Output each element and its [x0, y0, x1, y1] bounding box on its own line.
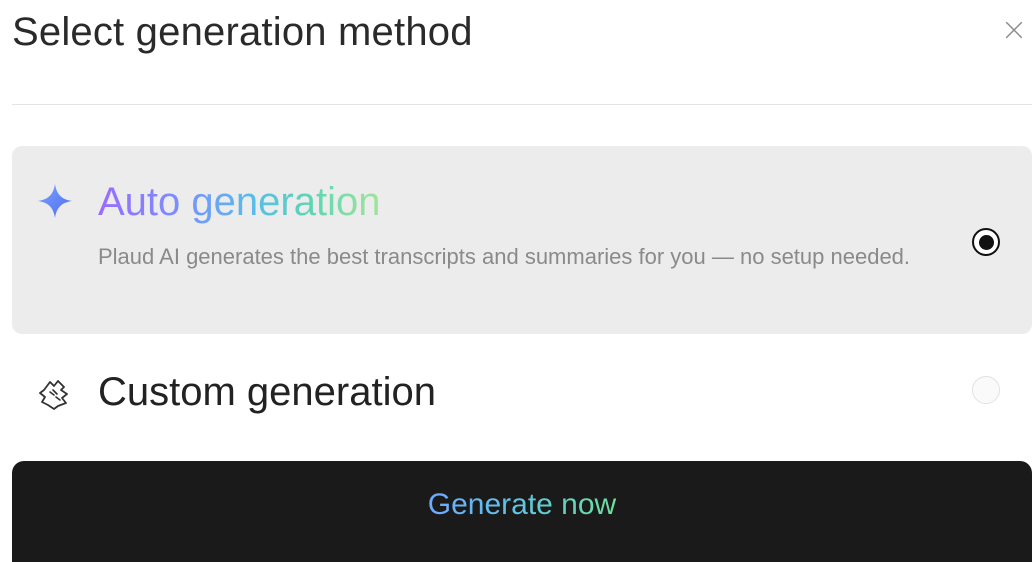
option-auto-title: Auto generation — [98, 180, 381, 224]
hand-gesture-icon — [39, 380, 68, 410]
close-button[interactable] — [998, 14, 1030, 46]
radio-selected-dot — [978, 234, 994, 250]
option-auto-generation[interactable]: Auto generation Plaud AI generates the b… — [12, 146, 1032, 334]
generate-now-button[interactable]: Generate now — [12, 461, 1032, 562]
custom-generation-radio[interactable] — [972, 376, 1000, 404]
header-divider — [12, 104, 1032, 105]
sparkle-icon — [37, 183, 73, 219]
option-custom-generation[interactable]: Custom generation — [12, 358, 1032, 430]
generation-method-dialog: Select generation method Auto generation… — [0, 0, 1032, 562]
dialog-title: Select generation method — [12, 10, 473, 54]
option-auto-description: Plaud AI generates the best transcripts … — [98, 244, 911, 269]
generate-now-label: Generate now — [427, 487, 617, 521]
option-custom-title: Custom generation — [98, 370, 436, 414]
close-icon — [1005, 21, 1023, 39]
auto-generation-radio[interactable] — [972, 228, 1000, 256]
